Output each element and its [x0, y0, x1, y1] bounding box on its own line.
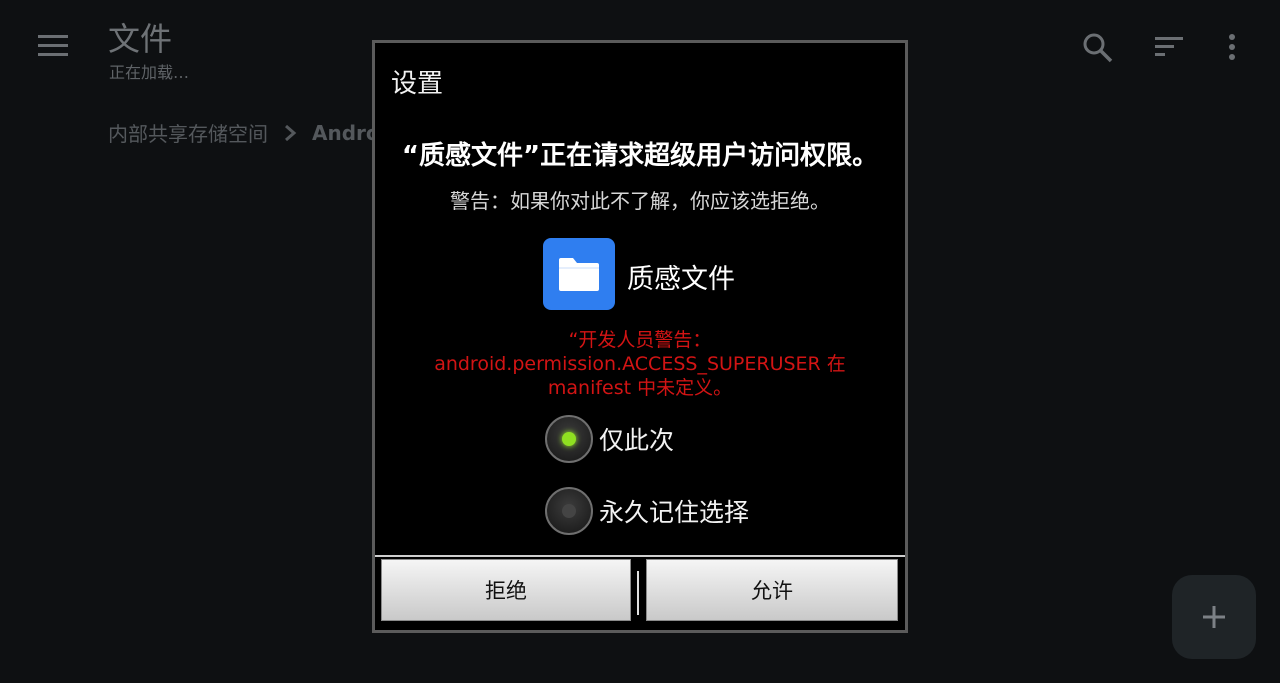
superuser-request-dialog: 设置 “质感文件”正在请求超级用户访问权限。 警告：如果你对此不了解，你应该选拒… [372, 40, 908, 633]
app-name: 质感文件 [627, 264, 735, 295]
page-subtitle: 正在加载… [109, 63, 190, 82]
breadcrumb-item-root[interactable]: 内部共享存储空间 [108, 118, 268, 147]
search-icon[interactable] [1080, 30, 1114, 64]
request-message: “质感文件”正在请求超级用户访问权限。 [401, 141, 879, 171]
deny-button[interactable]: 拒绝 [381, 559, 631, 621]
plus-icon [1203, 606, 1225, 628]
allow-button[interactable]: 允许 [646, 559, 898, 621]
warning-message: 警告：如果你对此不了解，你应该选拒绝。 [450, 189, 830, 213]
developer-warning-line: “开发人员警告： [568, 329, 712, 351]
radio-button[interactable] [545, 487, 593, 535]
developer-warning-line: manifest 中未定义。 [547, 377, 733, 399]
folder-icon [543, 238, 615, 310]
app-screen: 文件 正在加载… 内部共享存储空间 Android 设置 “质感文件”正在请求超… [0, 0, 1280, 683]
developer-warning: “开发人员警告： android.permission.ACCESS_SUPER… [405, 328, 875, 400]
sort-icon[interactable] [1153, 34, 1185, 60]
radio-button-selected[interactable] [545, 415, 593, 463]
divider [375, 555, 905, 557]
page-title: 文件 [108, 20, 173, 58]
breadcrumb: 内部共享存储空间 Android [108, 118, 401, 147]
option-label: 永久记住选择 [599, 498, 750, 527]
option-remember[interactable]: 永久记住选择 [545, 487, 749, 535]
option-once[interactable]: 仅此次 [545, 415, 674, 463]
button-separator [637, 571, 639, 615]
add-fab-button[interactable] [1172, 575, 1256, 659]
menu-icon[interactable] [38, 35, 70, 59]
dialog-title: 设置 [391, 69, 444, 99]
developer-warning-line: android.permission.ACCESS_SUPERUSER 在 [434, 353, 846, 375]
more-vert-icon[interactable] [1222, 32, 1242, 62]
chevron-right-icon [285, 124, 297, 141]
option-label: 仅此次 [599, 426, 675, 455]
